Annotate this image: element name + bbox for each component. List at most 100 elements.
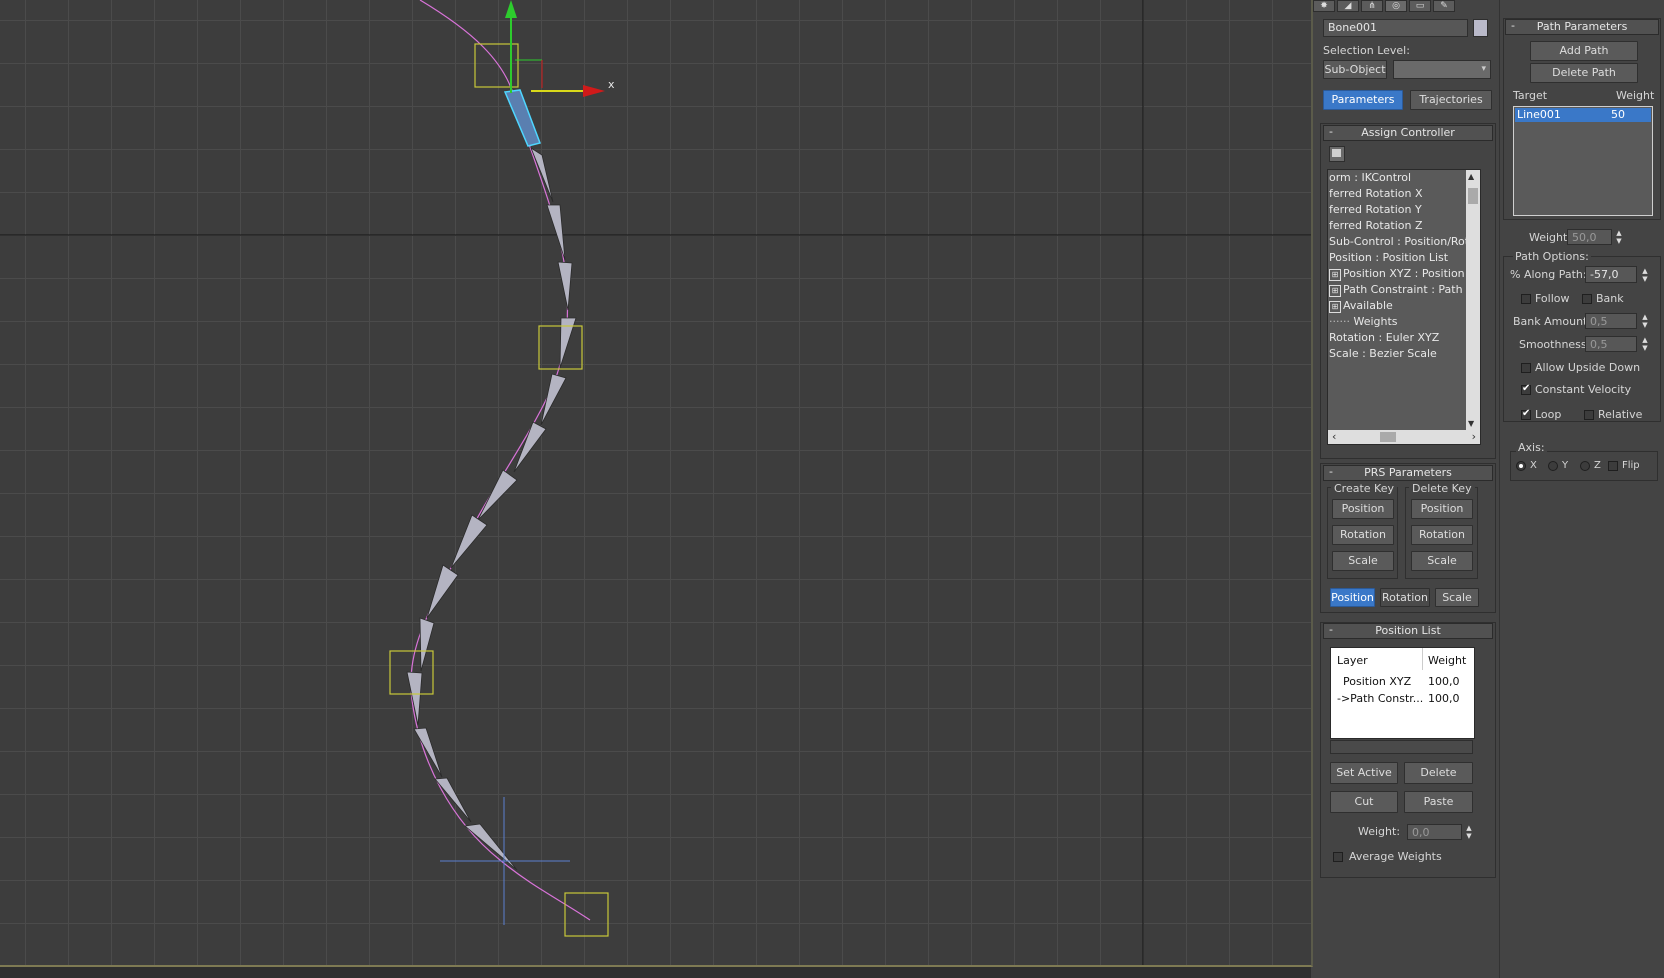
utilities-tab-icon[interactable]: ✎ <box>1433 0 1455 12</box>
prs-parameters-rollout[interactable]: - PRS Parameters <box>1323 465 1493 481</box>
list-item[interactable]: ⊞ Path Constraint : Path Co <box>1329 282 1480 298</box>
list-item[interactable]: ······ Weights <box>1329 314 1398 330</box>
list-item-label: Path Constraint : Path Co <box>1343 283 1481 296</box>
along-path-label: % Along Path: <box>1510 268 1587 281</box>
list-item[interactable]: Rotation : Euler XYZ <box>1329 330 1439 346</box>
along-path-field[interactable]: -57,0 <box>1585 266 1637 283</box>
flip-checkbox[interactable] <box>1608 461 1618 471</box>
bank-amount-field[interactable]: 0,5 <box>1585 313 1637 329</box>
create-tab-icon[interactable]: ✸ <box>1313 0 1335 12</box>
rollout-title: Position List <box>1375 624 1441 637</box>
chevron-right-icon[interactable]: › <box>1472 430 1476 443</box>
sub-object-button[interactable]: Sub-Object <box>1323 60 1387 79</box>
chevron-down-icon[interactable]: ▼ <box>1468 419 1474 428</box>
create-key-scale-button[interactable]: Scale <box>1332 551 1394 571</box>
chevron-left-icon[interactable]: ‹ <box>1332 430 1336 443</box>
bank-checkbox[interactable] <box>1582 294 1592 304</box>
object-color-swatch[interactable] <box>1473 19 1488 37</box>
weight-spinner[interactable]: ▲ ▼ <box>1464 824 1474 840</box>
scroll-thumb[interactable] <box>1380 432 1396 442</box>
sub-object-dropdown[interactable]: ▾ <box>1393 60 1491 79</box>
modify-tab-icon[interactable]: ◢ <box>1337 0 1359 12</box>
list-item[interactable]: ⊞ Available <box>1329 298 1393 314</box>
add-path-button[interactable]: Add Path <box>1530 41 1638 61</box>
tab-trajectories[interactable]: Trajectories <box>1410 90 1492 110</box>
scroll-thumb[interactable] <box>1468 188 1478 204</box>
tab-prs-position[interactable]: Position <box>1330 588 1375 607</box>
relative-checkbox[interactable] <box>1584 410 1594 420</box>
motion-tab-icon[interactable]: ◎ <box>1385 0 1407 12</box>
position-list-table[interactable]: Layer Weight Position XYZ 100,0 ->Path C… <box>1330 647 1475 739</box>
expand-icon[interactable]: ⊞ <box>1329 285 1341 297</box>
list-item[interactable]: Sub-Control : Position/Rotati <box>1329 234 1481 250</box>
horizontal-scrollbar[interactable]: ‹ › <box>1328 430 1480 444</box>
vertical-scrollbar[interactable]: ▲ ▼ <box>1466 170 1480 430</box>
chevron-up-icon[interactable]: ▲ <box>1468 172 1474 181</box>
list-item[interactable]: ferred Rotation X <box>1329 186 1423 202</box>
list-item[interactable]: ⊞ Position XYZ : Position XY <box>1329 266 1480 282</box>
set-active-button[interactable]: Set Active <box>1330 762 1398 784</box>
path-parameters-rollout[interactable]: - Path Parameters <box>1505 19 1659 35</box>
target-weight-field[interactable]: 50,0 <box>1567 229 1612 245</box>
path-options-label: Path Options: <box>1513 250 1591 263</box>
follow-checkbox[interactable] <box>1521 294 1531 304</box>
delete-key-scale-button[interactable]: Scale <box>1411 551 1473 571</box>
bone-segment <box>450 514 488 569</box>
assign-controller-rollout[interactable]: - Assign Controller <box>1323 125 1493 141</box>
along-path-spinner[interactable]: ▲ ▼ <box>1640 267 1650 283</box>
weight-field[interactable]: 0,0 <box>1407 824 1462 840</box>
bone-segment <box>557 261 573 311</box>
status-strip <box>0 967 1311 978</box>
create-key-position-button[interactable]: Position <box>1332 499 1394 519</box>
list-item[interactable]: ferred Rotation Y <box>1329 202 1422 218</box>
list-item[interactable]: Scale : Bezier Scale <box>1329 346 1437 362</box>
weight-label: Weight: <box>1358 825 1401 838</box>
paste-button[interactable]: Paste <box>1404 791 1473 813</box>
display-tab-icon[interactable]: ▭ <box>1409 0 1431 12</box>
list-item-label: orm : IKControl <box>1329 171 1412 184</box>
controller-tree-list[interactable]: orm : IKControl ferred Rotation X ferred… <box>1327 169 1481 445</box>
tab-prs-rotation[interactable]: Rotation <box>1380 588 1430 607</box>
tree-connector: ······ <box>1329 315 1354 328</box>
collapse-icon: - <box>1329 125 1333 138</box>
expand-icon[interactable]: ⊞ <box>1329 301 1341 313</box>
collapse-icon: - <box>1329 623 1333 636</box>
list-item[interactable]: Position : Position List <box>1329 250 1448 266</box>
average-weights-checkbox[interactable] <box>1333 852 1343 862</box>
target-list[interactable]: Line001 50 <box>1513 106 1653 216</box>
axis-z-radio[interactable] <box>1580 461 1590 471</box>
expand-icon[interactable]: ⊞ <box>1329 269 1341 281</box>
delete-layer-button[interactable]: Delete <box>1404 762 1473 784</box>
bone-segment <box>540 373 567 426</box>
delete-key-label: Delete Key <box>1409 482 1475 495</box>
allow-upside-down-checkbox[interactable] <box>1521 363 1531 373</box>
list-item[interactable]: ferred Rotation Z <box>1329 218 1423 234</box>
object-name-field[interactable]: Bone001 <box>1323 19 1468 37</box>
tab-prs-scale[interactable]: Scale <box>1435 588 1479 607</box>
cut-button[interactable]: Cut <box>1330 791 1398 813</box>
smoothness-field[interactable]: 0,5 <box>1585 336 1637 352</box>
target-weight-spinner[interactable]: ▲ ▼ <box>1614 229 1624 245</box>
delete-path-button[interactable]: Delete Path <box>1530 63 1638 83</box>
axis-y-radio[interactable] <box>1548 461 1558 471</box>
average-weights-label: Average Weights <box>1349 850 1442 863</box>
position-list-rollout[interactable]: - Position List <box>1323 623 1493 639</box>
perspective-viewport[interactable]: x <box>0 0 1313 967</box>
assign-controller-icon[interactable] <box>1329 146 1345 162</box>
layer-name-field[interactable] <box>1330 740 1473 754</box>
smoothness-spinner[interactable]: ▲ ▼ <box>1640 336 1650 352</box>
tab-parameters[interactable]: Parameters <box>1323 90 1403 110</box>
loop-checkbox[interactable] <box>1521 408 1531 420</box>
collapse-icon: - <box>1511 19 1515 32</box>
delete-key-position-button[interactable]: Position <box>1411 499 1473 519</box>
delete-key-rotation-button[interactable]: Rotation <box>1411 525 1473 545</box>
list-item[interactable]: orm : IKControl <box>1329 170 1411 186</box>
row-layer: ->Path Constr... <box>1337 692 1424 705</box>
list-item[interactable]: Line001 50 <box>1515 108 1651 122</box>
hierarchy-tab-icon[interactable]: ⋔ <box>1361 0 1383 12</box>
bank-amount-spinner[interactable]: ▲ ▼ <box>1640 313 1650 329</box>
create-key-rotation-button[interactable]: Rotation <box>1332 525 1394 545</box>
axis-x-radio[interactable] <box>1516 461 1526 471</box>
constant-velocity-checkbox[interactable] <box>1521 383 1531 395</box>
list-item-label: Sub-Control : Position/Rotati <box>1329 235 1481 248</box>
